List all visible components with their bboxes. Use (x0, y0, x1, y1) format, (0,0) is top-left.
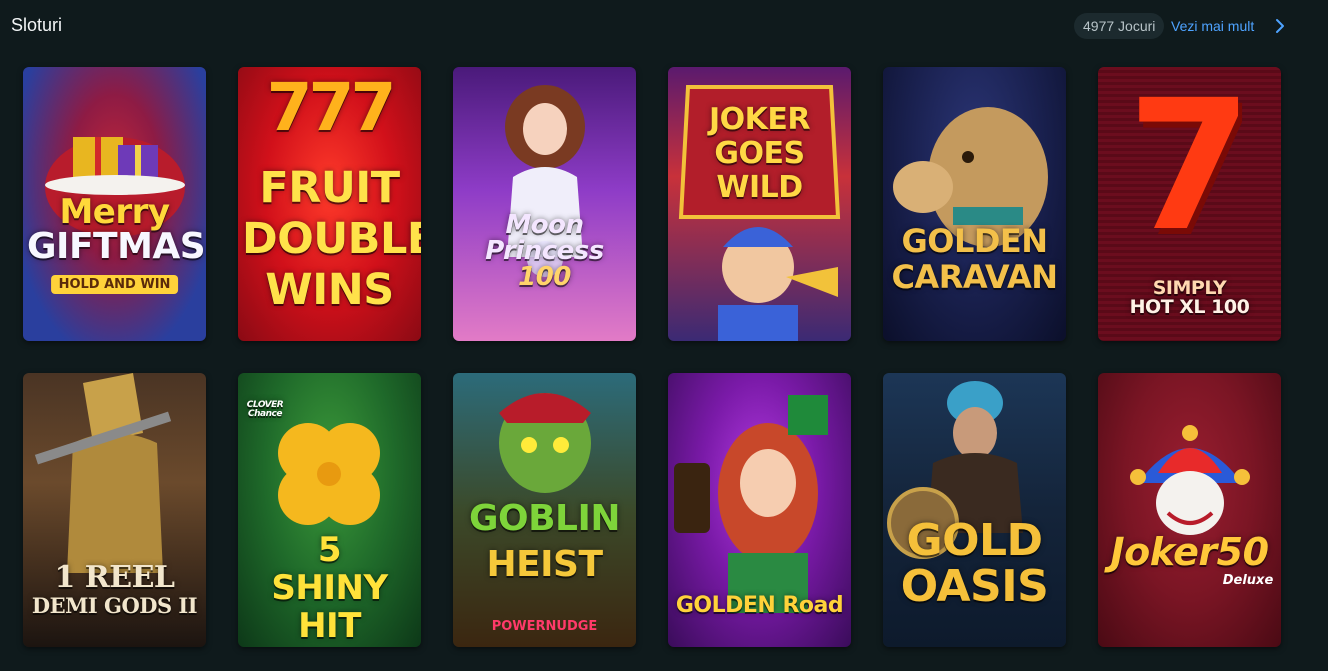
game-subtitle: HOLD AND WIN (50, 275, 179, 294)
game-title-line: WINS (265, 265, 394, 315)
camel-character-icon (893, 107, 1048, 247)
game-tile-joker-goes-wild[interactable]: JOKER GOES WILD (668, 67, 851, 341)
see-more-link[interactable]: Vezi mai mult (1171, 13, 1254, 39)
game-title-line: GIFTMAS (27, 226, 206, 267)
game-tile-golden-caravan[interactable]: GOLDEN CARAVAN (883, 67, 1066, 341)
game-tile-moon-princess-100[interactable]: Moon Princess 100 (453, 67, 636, 341)
game-title-line: SHINY (271, 568, 388, 608)
game-title-line: Moon (505, 210, 584, 240)
game-tile-gold-oasis[interactable]: GOLD OASIS (883, 373, 1066, 647)
game-title-line: HOT XL 100 (1129, 296, 1250, 318)
game-tile-simply-hot-xl[interactable]: 7 SIMPLY HOT XL 100 (1098, 67, 1281, 341)
game-title-line: CARAVAN (891, 258, 1058, 296)
joker-face-icon (1130, 425, 1250, 535)
game-top-text: 777 (266, 69, 397, 146)
game-title-line: GOLD (906, 515, 1043, 566)
game-title-line: OASIS (900, 561, 1049, 612)
games-count-badge: 4977 Jocuri (1074, 13, 1165, 39)
game-tile-1-reel-demi-gods-ii[interactable]: 1 REEL DEMI GODS II (23, 373, 206, 647)
game-tile-5-shiny-hit[interactable]: CLOVER Chance 5 SHINY HIT (238, 373, 421, 647)
game-title-line: 1 REEL (54, 560, 175, 595)
game-title-line: HEIST (486, 544, 603, 585)
game-tile-goblin-heist-powernudge[interactable]: GOBLIN HEIST POWERNUDGE (453, 373, 636, 647)
game-title-line: DEMI GODS II (31, 593, 198, 618)
chevron-right-icon[interactable] (1270, 16, 1290, 36)
section-header: Sloturi 4977 Jocuri Vezi mai mult (0, 0, 1328, 56)
game-title-line: GOBLIN (468, 498, 621, 539)
game-tile-fruit-double-wins[interactable]: 777 FRUIT DOUBLE WINS (238, 67, 421, 341)
game-title-line: HIT (298, 606, 361, 646)
game-title-line: Merry (59, 192, 170, 232)
game-subtitle: Deluxe (1222, 573, 1274, 588)
section-title: Sloturi (11, 15, 63, 35)
game-tile-golden-road[interactable]: GOLDEN Road (668, 373, 851, 647)
game-title-line: 100 (518, 262, 571, 292)
game-title-line: Princess (485, 236, 604, 266)
game-title-line: JOKER (708, 102, 811, 137)
game-title-line: 7 (1127, 67, 1252, 271)
game-tile-merry-giftmas[interactable]: Merry GIFTMAS HOLD AND WIN (23, 67, 206, 341)
game-title-line: FRUIT (259, 163, 400, 213)
princess-character-icon (505, 85, 585, 277)
game-title-line: DOUBLE (242, 214, 421, 264)
game-title-line: GOLDEN Road (675, 593, 844, 618)
game-title-line: GOES (714, 136, 805, 171)
game-title-line: WILD (716, 170, 803, 205)
game-subtitle: POWERNUDGE (491, 619, 598, 634)
game-title-line: Joker50 (1110, 530, 1269, 574)
game-title-line: 5 (317, 530, 342, 570)
game-tile-joker-50-deluxe[interactable]: Joker50 Deluxe (1098, 373, 1281, 647)
game-title-line: GOLDEN (901, 222, 1048, 260)
